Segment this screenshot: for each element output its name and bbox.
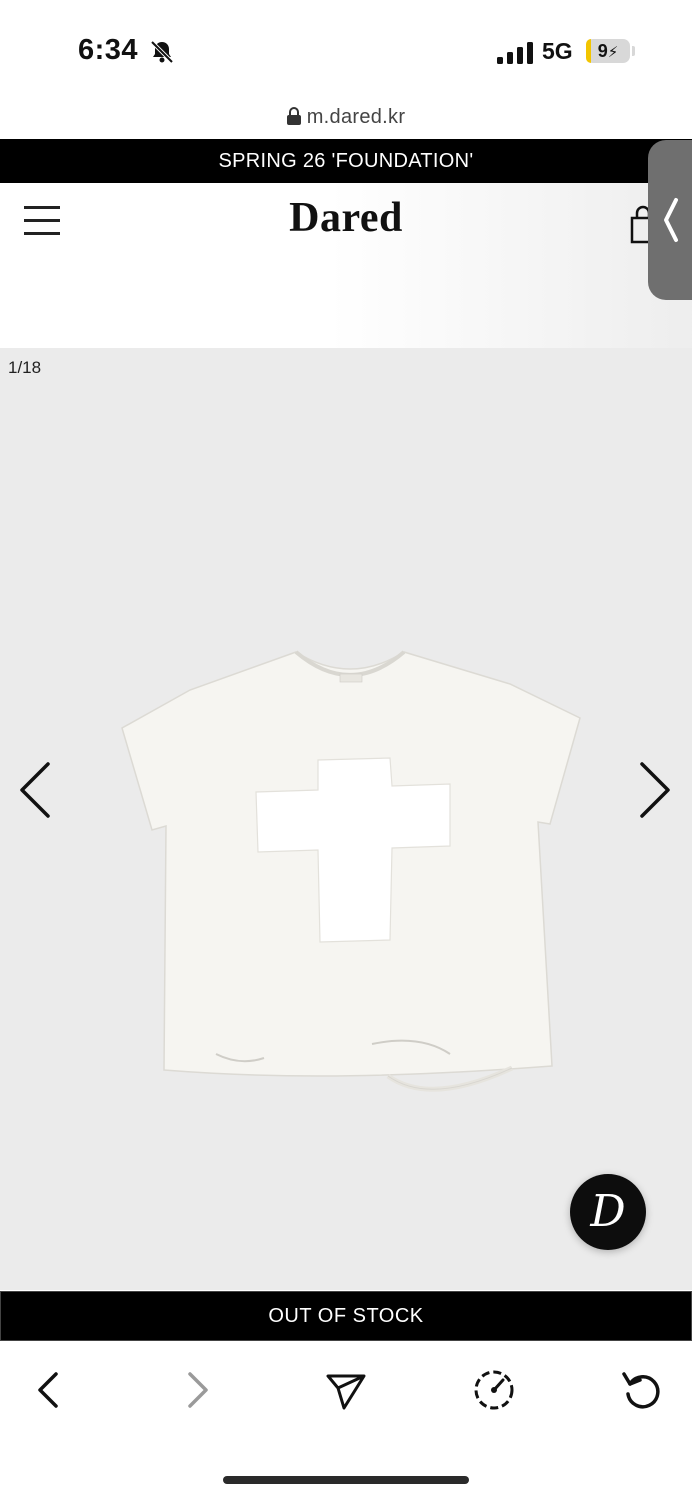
status-time: 6:34 — [78, 34, 139, 66]
product-gallery[interactable]: 1/18 D — [0, 348, 692, 1290]
out-of-stock-button[interactable]: OUT OF STOCK — [0, 1291, 692, 1341]
speed-icon[interactable] — [470, 1366, 518, 1414]
lock-icon — [286, 107, 301, 125]
side-panel-handle[interactable] — [648, 140, 692, 300]
battery-charging-icon: 9⚡ — [586, 39, 630, 63]
brand-chat-badge[interactable]: D — [570, 1174, 646, 1250]
announcement-bar[interactable]: SPRING 26 'FOUNDATION' — [0, 139, 692, 183]
battery-level: 9⚡ — [597, 41, 619, 61]
product-image[interactable] — [120, 646, 582, 1106]
back-icon[interactable] — [24, 1366, 72, 1414]
share-icon[interactable] — [322, 1366, 370, 1414]
site-logo[interactable]: Dared — [0, 194, 692, 242]
home-indicator[interactable] — [223, 1476, 469, 1484]
address-bar[interactable]: m.dared.kr — [0, 106, 692, 136]
status-bar: 6:34 5G 9⚡ — [0, 0, 692, 100]
side-panel-chevron-icon — [664, 198, 678, 242]
bell-slash-icon — [150, 40, 174, 64]
gallery-prev-icon[interactable] — [14, 758, 54, 822]
network-label: 5G — [542, 38, 573, 64]
battery-tip — [632, 46, 635, 56]
gallery-next-icon[interactable] — [636, 758, 676, 822]
url-text: m.dared.kr — [306, 106, 406, 128]
gallery-counter: 1/18 — [8, 358, 42, 377]
forward-icon[interactable] — [174, 1366, 222, 1414]
signal-icon — [497, 42, 533, 64]
browser-toolbar — [0, 1342, 692, 1500]
reload-icon[interactable] — [618, 1366, 666, 1414]
